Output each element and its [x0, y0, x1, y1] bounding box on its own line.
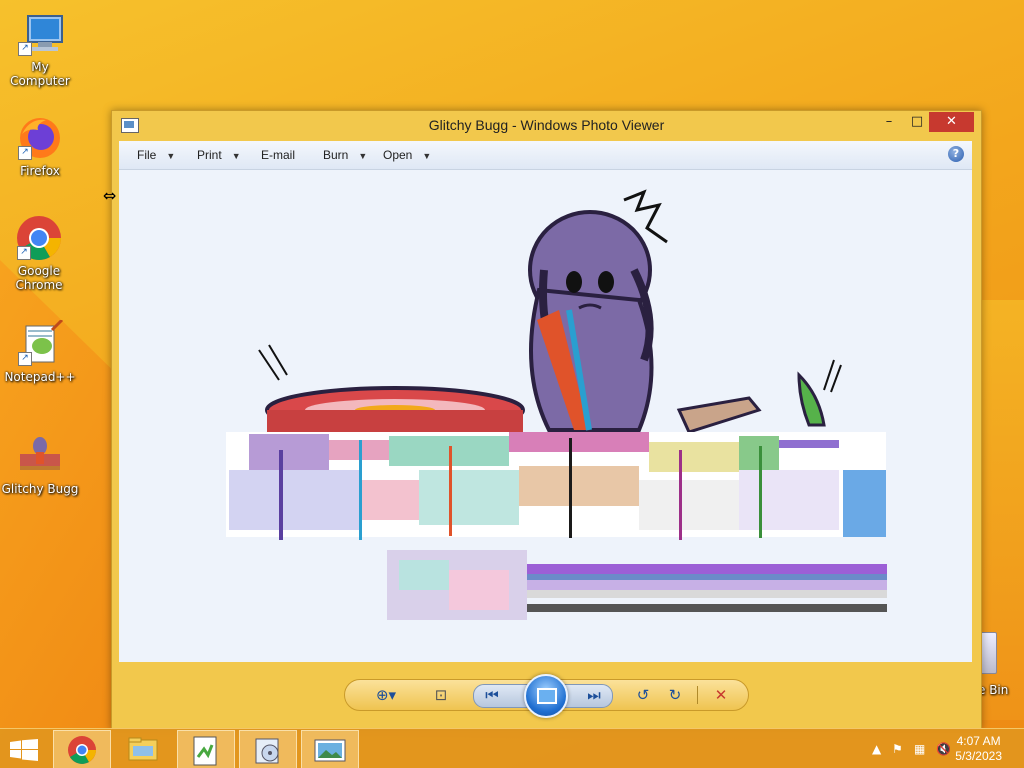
show-hidden-icons-icon[interactable]: ▲ [872, 742, 881, 756]
close-button[interactable]: ✕ [929, 112, 974, 132]
photo-viewer-icon [314, 739, 346, 762]
chevron-down-icon: ▼ [358, 151, 368, 161]
chrome-icon [68, 736, 96, 764]
file-explorer-icon [128, 737, 158, 761]
menu-open[interactable]: Open ▼ [383, 148, 431, 162]
shortcut-arrow-icon: ↗ [18, 146, 32, 160]
system-tray: ▲ ⚑ ▦ 🔇 4:07 AM 5/3/2023 [844, 729, 1024, 768]
menu-open-label: Open [383, 148, 413, 162]
clock-date: 5/3/2023 [955, 749, 1002, 763]
menu-email-label: E-mail [261, 148, 296, 162]
glitched-artwork-image [226, 189, 887, 620]
network-icon[interactable]: ▦ [914, 742, 925, 756]
menu-print-label: Print [197, 148, 222, 162]
desktop-icon-label: Firefox [20, 164, 60, 178]
taskbar-chrome[interactable] [53, 730, 111, 768]
desktop-icon-label: Notepad++ [4, 370, 76, 384]
chevron-down-icon: ▼ [231, 151, 241, 161]
delete-icon[interactable]: ✕ [709, 685, 733, 705]
photo-viewer-window: Glitchy Bugg - Windows Photo Viewer – □ … [111, 110, 982, 730]
chrome-icon: ↗ [15, 214, 63, 262]
menu-email[interactable]: E-mail [261, 148, 295, 162]
resize-cursor-icon: ⇔ [103, 186, 117, 205]
taskbar-photo-viewer[interactable] [301, 730, 359, 768]
notepadpp-icon [193, 736, 217, 766]
image-canvas [119, 170, 972, 662]
menu-burn[interactable]: Burn ▼ [323, 148, 367, 162]
shortcut-arrow-icon: ↗ [18, 42, 32, 56]
notepadpp-icon: ↗ [16, 318, 64, 368]
menu-bar: File ▼ Print ▼ E-mail Burn ▼ Open ▼ ? [119, 141, 972, 170]
menu-file-label: File [137, 148, 157, 162]
computer-icon: ↗ [16, 10, 64, 58]
clock-time: 4:07 AM [956, 734, 1001, 748]
rotate-right-icon[interactable]: ↻ [663, 685, 687, 705]
taskbar: ▲ ⚑ ▦ 🔇 4:07 AM 5/3/2023 [0, 728, 1024, 768]
chevron-down-icon: ▼ [422, 151, 432, 161]
menu-burn-label: Burn [323, 148, 349, 162]
desktop-icon-notepadpp[interactable]: ↗ Notepad++ [0, 318, 80, 384]
previous-icon[interactable]: ⏮ [480, 685, 504, 705]
desktop-icon-label: My Computer [10, 60, 70, 88]
recycle-bin-label: e Bin [978, 683, 1009, 697]
help-icon[interactable]: ? [948, 146, 964, 162]
title-bar[interactable]: Glitchy Bugg - Windows Photo Viewer – □ … [112, 111, 981, 139]
clock[interactable]: 4:07 AM 5/3/2023 [955, 734, 1002, 764]
action-center-flag-icon[interactable]: ⚑ [892, 742, 903, 756]
zoom-icon[interactable]: ⊕▾ [371, 685, 401, 705]
desktop-icon-label: Glitchy Bugg [1, 482, 79, 496]
separator [697, 686, 698, 704]
window-title: Glitchy Bugg - Windows Photo Viewer [428, 117, 665, 133]
windows-start-icon[interactable] [10, 739, 38, 761]
next-icon[interactable]: ⏭ [582, 685, 606, 705]
maximize-button[interactable]: □ [903, 112, 931, 132]
desktop-icon-glitchy-bugg[interactable]: Glitchy Bugg [0, 432, 80, 496]
media-icon [255, 738, 279, 764]
desktop-icon-chrome[interactable]: ↗ Google Chrome [0, 214, 78, 292]
chevron-down-icon: ▼ [166, 151, 176, 161]
taskbar-notepadpp[interactable] [177, 730, 235, 768]
desktop-icon-firefox[interactable]: ↗ Firefox [0, 114, 80, 178]
rotate-left-icon[interactable]: ↺ [631, 685, 655, 705]
minimize-button[interactable]: – [875, 112, 903, 132]
taskbar-file-explorer[interactable] [115, 730, 171, 768]
image-file-icon [16, 432, 64, 480]
menu-file[interactable]: File ▼ [137, 148, 175, 162]
shortcut-arrow-icon: ↗ [18, 352, 32, 366]
photo-controls-bar: ⊕▾ ⊡ ⏮ ⏭ ↺ ↻ ✕ [344, 674, 749, 718]
desktop-icon-label: Google Chrome [15, 264, 63, 292]
volume-muted-icon[interactable]: 🔇 [936, 742, 951, 756]
taskbar-media[interactable] [239, 730, 297, 768]
menu-print[interactable]: Print ▼ [197, 148, 241, 162]
slideshow-button[interactable] [524, 674, 568, 718]
shortcut-arrow-icon: ↗ [17, 246, 31, 260]
firefox-icon: ↗ [16, 114, 64, 162]
desktop-icon-my-computer[interactable]: ↗ My Computer [0, 10, 80, 88]
actual-size-icon[interactable]: ⊡ [429, 685, 453, 705]
